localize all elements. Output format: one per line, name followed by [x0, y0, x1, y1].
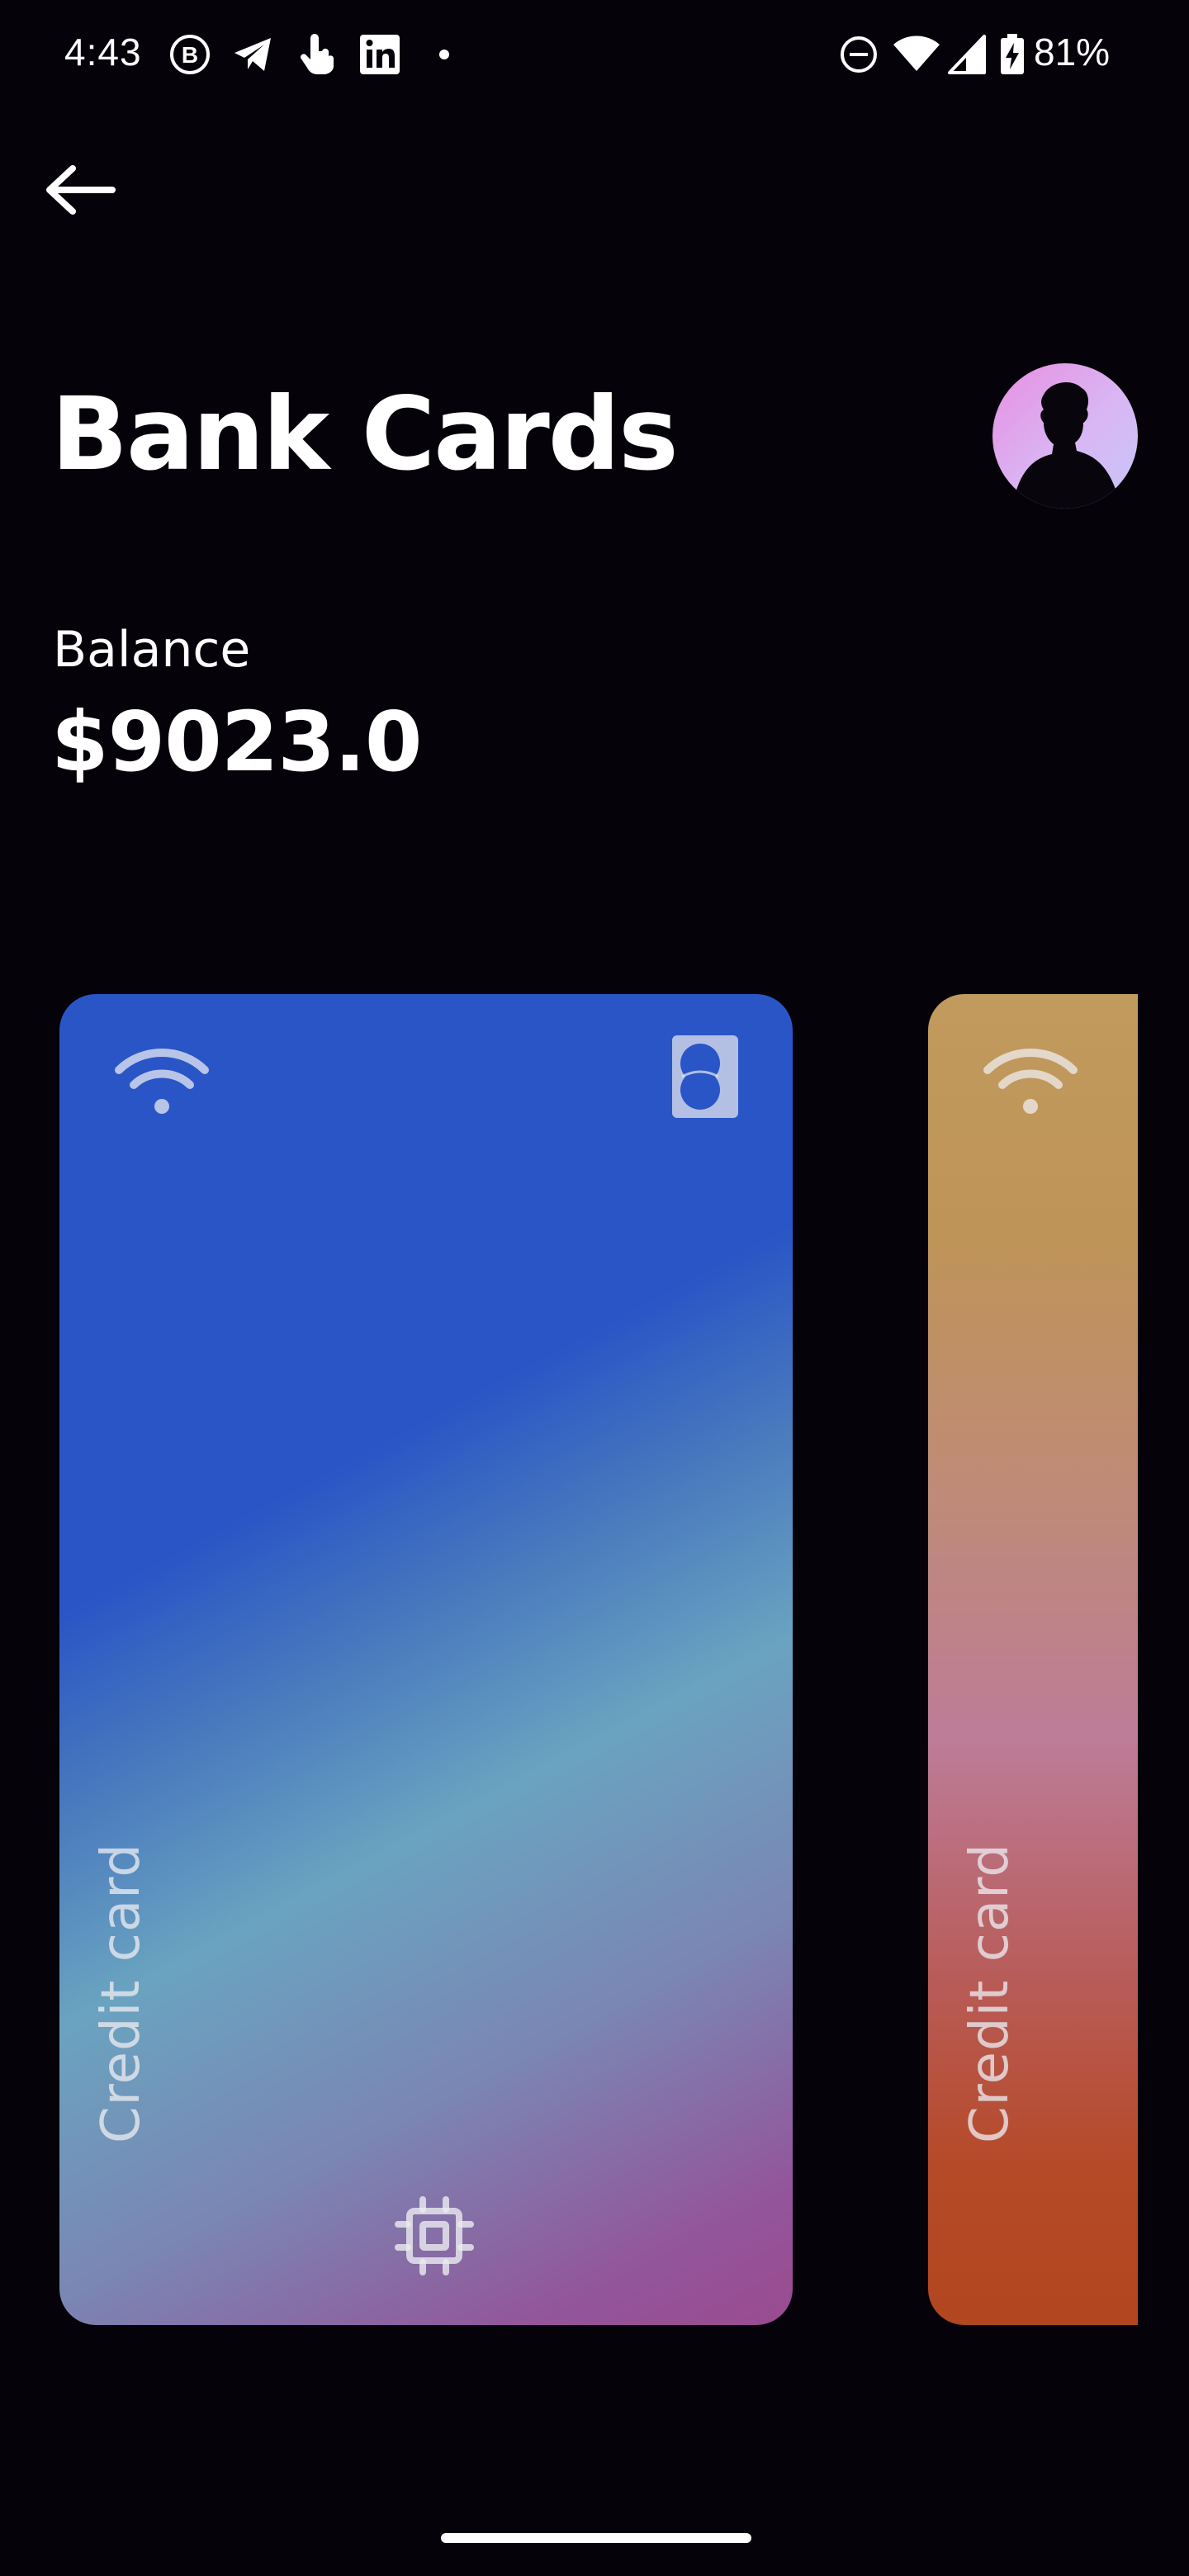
balance-label: Balance [53, 621, 251, 679]
card-type-label: Credit card [91, 1842, 152, 2143]
battery-charging-icon [1001, 34, 1024, 74]
dot-icon [439, 50, 449, 59]
telegram-icon [234, 38, 271, 71]
profile-avatar-icon [992, 363, 1138, 509]
linkedin-icon [360, 35, 400, 74]
arrow-left-icon [46, 165, 116, 215]
contactless-icon [115, 1049, 209, 1114]
contactless-icon [983, 1049, 1078, 1114]
avatar[interactable] [992, 363, 1138, 509]
mastercard-icon [672, 1035, 738, 1118]
b-circle-icon: B [170, 35, 210, 74]
status-bar: 4:43 B 81% [0, 0, 1189, 107]
touch-hand-icon [300, 34, 334, 74]
credit-card-blue[interactable]: Credit card [59, 994, 793, 2325]
back-button[interactable] [40, 157, 122, 223]
do-not-disturb-icon [841, 36, 877, 73]
battery-percent: 81% [1034, 31, 1111, 73]
card-type-label: Credit card [959, 1842, 1021, 2143]
status-time: 4:43 [64, 31, 142, 73]
wifi-icon [893, 36, 940, 71]
svg-text:B: B [182, 42, 198, 68]
signal-icon [948, 35, 986, 74]
chip-icon [395, 2196, 474, 2275]
balance-value: $9023.0 [51, 694, 422, 790]
page-title: Bank Cards [51, 376, 679, 493]
credit-card-orange[interactable]: Credit card [928, 994, 1138, 2325]
home-indicator[interactable] [441, 2533, 751, 2543]
